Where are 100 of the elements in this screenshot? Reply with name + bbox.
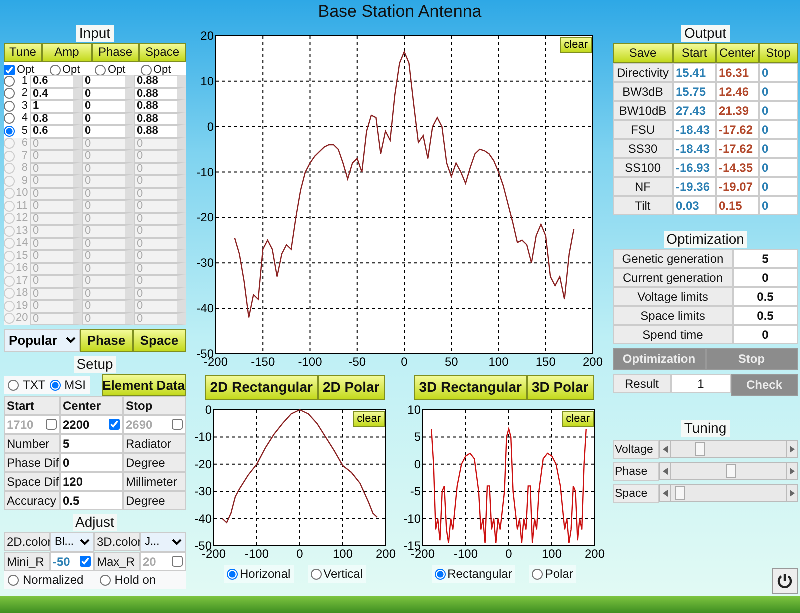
slider-thumb[interactable]: [695, 442, 706, 456]
range-checkbox[interactable]: [172, 556, 183, 567]
view-button[interactable]: 3D Polar: [526, 375, 594, 400]
opt-radio[interactable]: [140, 64, 152, 76]
setting-field[interactable]: 0.5: [733, 306, 798, 325]
frequency-checkbox[interactable]: [46, 419, 57, 430]
column-header: Center: [60, 396, 123, 415]
header-button[interactable]: Tune: [4, 43, 42, 62]
scroll-left-button[interactable]: [659, 462, 671, 480]
space-field[interactable]: 0.88: [134, 125, 186, 138]
amp-field[interactable]: 0.6: [30, 125, 82, 138]
section-title: Input: [76, 25, 114, 42]
view-button[interactable]: 2D Rectangular: [205, 375, 318, 400]
space-field[interactable]: 0.88: [134, 100, 186, 112]
y-tick-label: -10: [404, 512, 421, 526]
frequency-value: 2690: [126, 416, 153, 434]
clear-button[interactable]: clear: [562, 411, 594, 427]
row-number: 2: [20, 88, 29, 100]
param-field[interactable]: 120: [60, 472, 123, 491]
view-radio[interactable]: [532, 568, 544, 580]
row-radio[interactable]: [4, 88, 15, 100]
row-number: 11: [16, 200, 29, 212]
param-label: Phase Dif: [4, 453, 60, 472]
slider-label: Space: [613, 484, 659, 502]
range-checkbox[interactable]: [80, 556, 91, 567]
param-label: Space Dif: [4, 472, 60, 491]
phase-field[interactable]: 0: [82, 75, 134, 88]
scroll-right-button[interactable]: [786, 484, 798, 502]
space-field[interactable]: 0.88: [134, 88, 186, 100]
x-tick-label: 150: [536, 355, 556, 369]
x-tick-label: 50: [444, 355, 458, 369]
center-value: 0.15: [716, 196, 759, 215]
scroll-right-button[interactable]: [786, 440, 798, 458]
param-field[interactable]: 0.5: [60, 491, 123, 510]
setting-field[interactable]: 0: [733, 268, 798, 287]
setting-field[interactable]: 0: [733, 325, 798, 344]
param-field[interactable]: 0: [60, 453, 123, 472]
view-option-label: Rectangular: [448, 566, 512, 583]
action-button[interactable]: Space: [133, 329, 186, 352]
row-radio[interactable]: [4, 113, 15, 124]
scroll-right-button[interactable]: [786, 462, 798, 480]
view-button[interactable]: 3D Rectangular: [414, 375, 527, 400]
amp-field[interactable]: 0.4: [30, 88, 82, 100]
color-dropdown[interactable]: Bl...: [50, 532, 94, 552]
header-button[interactable]: Space: [139, 43, 186, 62]
center-value: -19.07: [716, 177, 759, 196]
space-field[interactable]: 0.88: [134, 112, 186, 125]
view-radio[interactable]: [310, 568, 322, 580]
slider-label: Voltage: [613, 440, 659, 458]
format-radio[interactable]: [8, 380, 19, 390]
param-field[interactable]: 5: [60, 434, 123, 453]
save-button[interactable]: Save: [613, 43, 673, 63]
format-radio[interactable]: [50, 380, 61, 390]
amp-field[interactable]: 1: [30, 100, 82, 112]
opt-checkbox[interactable]: [4, 64, 15, 76]
frequency-checkbox[interactable]: [109, 419, 120, 430]
row-radio[interactable]: [4, 126, 15, 137]
start-value: 0.03: [673, 196, 716, 215]
result-field[interactable]: 1: [671, 374, 731, 393]
clear-button[interactable]: clear: [353, 411, 385, 427]
setting-label: Spend time: [613, 325, 733, 344]
view-radio[interactable]: [434, 568, 446, 580]
scroll-left-button[interactable]: [659, 484, 671, 502]
opt-radio[interactable]: [50, 64, 60, 76]
action-button[interactable]: Phase: [80, 329, 133, 352]
mode-radio[interactable]: [8, 574, 19, 586]
setting-field[interactable]: 5: [733, 249, 798, 268]
amp-field[interactable]: 0.6: [30, 75, 82, 88]
row-radio[interactable]: [4, 76, 15, 87]
amp-field[interactable]: 0.8: [30, 112, 82, 125]
clear-button[interactable]: clear: [560, 37, 592, 53]
phase-field[interactable]: 0: [82, 100, 134, 112]
center-value: 16.31: [716, 63, 759, 82]
header-button[interactable]: Phase: [92, 43, 139, 62]
scroll-left-button[interactable]: [659, 440, 671, 458]
frequency-checkbox[interactable]: [172, 419, 183, 430]
setting-field[interactable]: 0.5: [733, 287, 798, 306]
opt-radio[interactable]: [95, 64, 106, 76]
slider-thumb[interactable]: [726, 464, 736, 478]
header-button[interactable]: Amp: [42, 43, 92, 62]
preset-dropdown[interactable]: Popular: [4, 329, 80, 352]
phase-field[interactable]: 0: [82, 112, 134, 125]
color-dropdown[interactable]: J...: [140, 532, 186, 552]
space-field[interactable]: 0.88: [134, 75, 186, 88]
mode-label: Normalized: [23, 572, 84, 589]
phase-field[interactable]: 0: [82, 125, 134, 138]
slider-thumb[interactable]: [675, 486, 686, 500]
format-label: MSI: [64, 377, 86, 394]
column-header[interactable]: Center: [716, 43, 759, 63]
view-radio[interactable]: [226, 568, 238, 580]
mode-radio[interactable]: [100, 574, 111, 586]
element-data-button[interactable]: Element Data: [102, 374, 186, 396]
view-button[interactable]: 2D Polar: [318, 375, 385, 400]
column-header[interactable]: Start: [673, 43, 716, 63]
column-header[interactable]: Stop: [759, 43, 798, 63]
row-radio[interactable]: [4, 100, 15, 112]
x-tick-label: 0: [401, 355, 408, 369]
phase-field[interactable]: 0: [82, 88, 134, 100]
right-arrow-icon: [790, 490, 794, 496]
power-button[interactable]: [772, 568, 798, 594]
